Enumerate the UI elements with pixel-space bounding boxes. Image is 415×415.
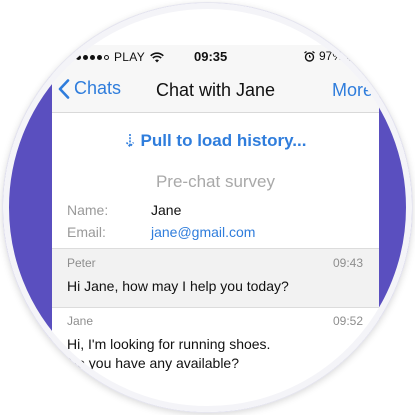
survey-label: Email:: [67, 224, 106, 240]
carrier-name: PLAY: [114, 50, 145, 64]
navigation-bar: Chats Chat with Jane More: [52, 67, 379, 113]
phone-screen: PLAY 09:35 97% Chats Chat with Jane More…: [52, 3, 379, 412]
message-text: Hi, I'm looking for running shoes. Do yo…: [67, 336, 271, 371]
status-time: 09:35: [194, 49, 228, 64]
message-time: 09:43: [332, 256, 363, 270]
message-time: 09:52: [332, 314, 363, 328]
message-author: Peter: [67, 256, 96, 270]
load-history-label: Pull to load history...: [140, 131, 307, 150]
message-author: Jane: [67, 314, 94, 328]
more-button[interactable]: More: [332, 80, 373, 101]
survey-title: Pre-chat survey: [155, 172, 276, 191]
status-right: 97%: [304, 49, 371, 63]
page-title: Chat with Jane: [155, 80, 276, 100]
stage: PLAY 09:35 97% Chats Chat with Jane More…: [0, 0, 415, 415]
status-bar: PLAY 09:35 97%: [52, 45, 379, 67]
message-item: Jane 09:52 Hi, I'm looking for running s…: [52, 308, 379, 412]
wifi-icon: [150, 51, 164, 62]
battery-level-fill: [349, 53, 367, 59]
circular-frame: PLAY 09:35 97% Chats Chat with Jane More…: [3, 3, 412, 412]
status-left: PLAY: [76, 50, 164, 64]
signal-strength-icon: [76, 54, 109, 60]
message-item: Peter 09:43 Hi Jane, how may I help you …: [52, 249, 379, 307]
battery-icon: [347, 51, 371, 61]
arrow-down-icon: [125, 134, 134, 148]
message-text: Hi Jane, how may I help you today?: [67, 278, 289, 294]
email-link[interactable]: jane@gmail.com: [151, 224, 255, 240]
load-history-control[interactable]: Pull to load history...: [52, 131, 379, 151]
survey-value: Jane: [151, 202, 182, 218]
alarm-clock-icon: [304, 50, 315, 62]
survey-label: Name:: [67, 202, 109, 218]
battery-percent: 97%: [318, 49, 343, 63]
